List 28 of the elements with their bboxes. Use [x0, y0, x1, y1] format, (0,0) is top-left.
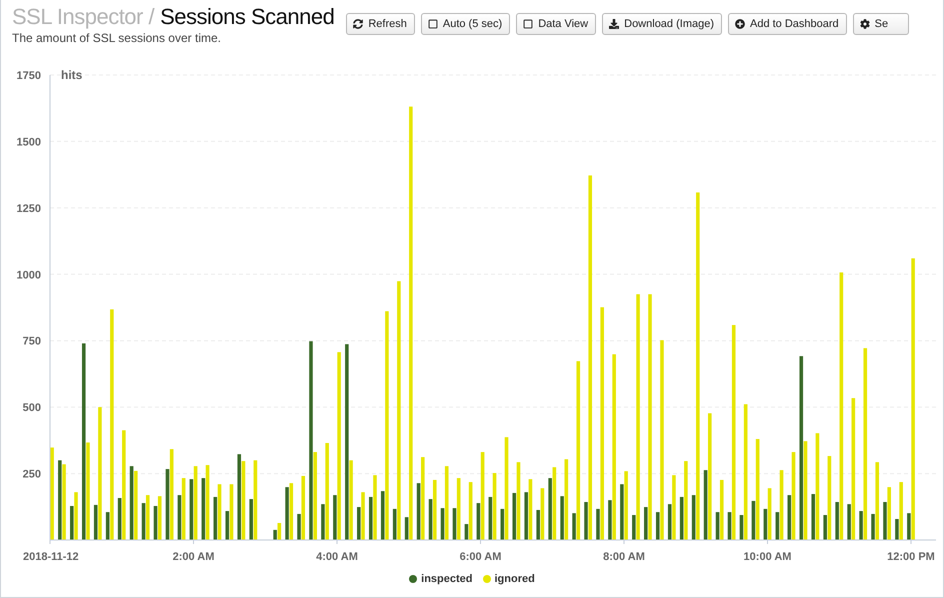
axis-label: 1250	[16, 202, 41, 215]
toolbar-button[interactable]: Se	[852, 13, 910, 35]
axis-label: 1750	[16, 70, 41, 82]
legend-label[interactable]: inspected	[421, 573, 472, 585]
download-icon	[609, 19, 620, 29]
axis-label: 12:00 PM	[887, 551, 935, 561]
axis-label: 1000	[16, 269, 41, 282]
axis-label: 4:00 AM	[316, 551, 358, 561]
axis-label: 750	[22, 336, 41, 348]
page-title: Sessions Scanned	[160, 4, 334, 30]
axis-label: 500	[22, 402, 41, 414]
axis-label: 2:00 AM	[172, 551, 214, 561]
toolbar-button[interactable]: Download (Image)	[602, 13, 722, 35]
refresh-icon	[353, 19, 364, 29]
toolbar-button[interactable]: Auto (5 sec)	[420, 13, 510, 35]
page-subtitle: The amount of SSL sessions over time.	[12, 31, 222, 45]
toolbar-button[interactable]: Refresh	[346, 13, 415, 35]
toolbar-button[interactable]: Add to Dashboard	[728, 13, 847, 35]
axis-label: 10:00 AM	[744, 551, 792, 561]
axis-label: 2018-11-12	[23, 551, 79, 561]
axis-label: 8:00 AM	[603, 551, 645, 561]
axis-label: 6:00 AM	[460, 551, 502, 561]
axis-label: 1500	[16, 136, 41, 148]
settings-icon	[860, 19, 870, 29]
axis-label: 250	[22, 468, 41, 481]
axis-title: hits	[61, 68, 82, 82]
toolbar-button[interactable]: Data View	[516, 13, 596, 35]
legend-label[interactable]: ignored	[494, 573, 535, 585]
